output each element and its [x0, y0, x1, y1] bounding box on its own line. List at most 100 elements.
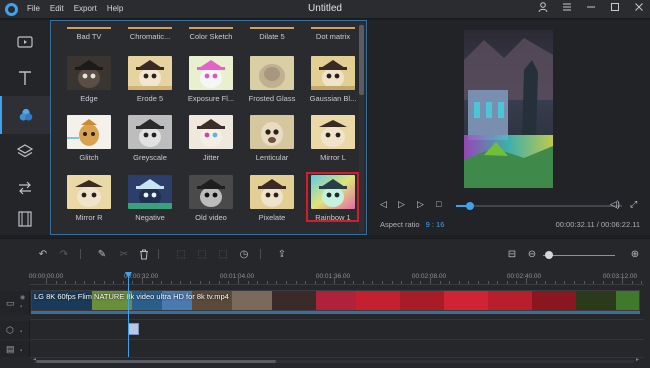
title-bar: File Edit Export Help Untitled — [0, 0, 650, 19]
ruler-tick — [468, 281, 470, 284]
filter-dot-matrix[interactable]: Dot matrix — [303, 32, 363, 41]
delete-icon[interactable] — [137, 247, 151, 261]
track-lock-icon[interactable]: ▪ — [20, 348, 26, 354]
mosaic-icon: ⬚ — [197, 248, 207, 260]
ruler-tick — [74, 281, 76, 284]
video-clip[interactable]: LG 8K 60fps Flim NATURE 8k video ultra H… — [31, 290, 640, 311]
playback-seek-bar[interactable] — [456, 202, 622, 210]
ruler-tick — [266, 281, 268, 284]
ruler-tick — [602, 281, 604, 284]
filter-thumbnail — [311, 115, 355, 149]
fit-timeline-icon[interactable]: ⊟ — [505, 247, 519, 261]
menu-edit[interactable]: Edit — [50, 4, 64, 13]
track-lock-icon[interactable]: ▪ — [20, 304, 26, 310]
zoom-slider[interactable] — [543, 255, 615, 256]
filter-thumbnail — [250, 115, 294, 149]
text-icon[interactable] — [0, 60, 50, 96]
filter-thumbnail — [128, 175, 172, 209]
share-icon[interactable]: ⇪ — [275, 247, 289, 261]
ruler-tick — [286, 281, 287, 284]
filter-thumbnail — [189, 56, 233, 90]
ruler-tick — [65, 281, 67, 284]
ruler-tick — [506, 281, 508, 284]
ruler-tick — [228, 281, 230, 284]
previous-frame-icon[interactable]: ◁ — [380, 199, 387, 210]
menu-bar: File Edit Export Help — [27, 4, 123, 13]
ruler-tick — [430, 278, 431, 284]
ruler-tick — [535, 281, 537, 284]
ruler-tick — [218, 281, 220, 284]
split-icon: ✂ — [119, 248, 129, 260]
filter-thumbnail — [67, 175, 111, 209]
ruler-tick — [94, 281, 95, 284]
crop-icon: ⬚ — [176, 248, 186, 260]
ruler-label: 00:02:08.00 — [411, 273, 447, 280]
track-lock-icon[interactable]: ▪ — [20, 329, 26, 335]
effect-track-header: ⬡ ▪ — [0, 321, 30, 339]
close-icon[interactable] — [634, 2, 644, 16]
menu-list-icon[interactable] — [562, 2, 572, 16]
preview-panel: ◁ ▷ ▷ □ ◁) ⤢ Aspect ratio 9 : 16 00:00:32… — [368, 20, 650, 235]
timeline-toolbar: ↶ ↷ ✎ ✂ ⬚ ⬚ ⬚ ◷ ⇪ ⊟ ⊖ ⊕ — [0, 239, 650, 269]
fullscreen-icon[interactable]: ⤢ — [630, 199, 637, 210]
video-preview — [464, 30, 553, 188]
ruler-tick — [391, 281, 393, 284]
ruler-tick — [238, 278, 239, 284]
zoom-in-icon[interactable]: ⊕ — [628, 247, 642, 261]
timeline-scrollbar-thumb[interactable] — [36, 360, 276, 363]
filters-icon[interactable] — [0, 96, 50, 134]
account-icon[interactable] — [538, 2, 548, 16]
effect-track-icon: ⬡ — [6, 325, 14, 335]
ruler-tick — [526, 278, 527, 284]
ruler-label: 00:03:12.00 — [602, 273, 638, 280]
menu-export[interactable]: Export — [74, 4, 97, 13]
zoom-slider-handle[interactable] — [544, 251, 553, 259]
ruler-tick — [132, 281, 134, 284]
volume-icon[interactable]: ◁) — [610, 199, 620, 210]
ruler-tick — [343, 281, 345, 284]
ruler-tick — [190, 281, 191, 284]
ruler-tick — [554, 281, 556, 284]
film-icon[interactable] — [0, 201, 50, 237]
undo-icon[interactable]: ↶ — [36, 247, 50, 261]
aspect-ratio-value[interactable]: 9 : 16 — [426, 220, 445, 229]
scroll-right-arrow[interactable]: ▸ — [636, 356, 639, 363]
ruler-tick — [362, 281, 364, 284]
ruler-tick — [353, 281, 355, 284]
overlay-icon[interactable] — [0, 134, 50, 170]
duration-clock-icon[interactable]: ◷ — [237, 247, 251, 261]
maximize-icon[interactable] — [610, 2, 620, 16]
menu-help[interactable]: Help — [107, 4, 123, 13]
filter-chromatic[interactable]: Chromatic... — [120, 32, 180, 41]
media-icon[interactable] — [0, 24, 50, 60]
ruler-tick — [247, 281, 249, 284]
stop-icon[interactable]: □ — [436, 199, 441, 209]
track-visibility-icon[interactable]: ◉ — [20, 294, 26, 301]
next-frame-icon[interactable]: ▷ — [417, 199, 424, 210]
ruler-tick — [142, 278, 143, 284]
zoom-out-icon[interactable]: ⊖ — [525, 247, 539, 261]
playhead[interactable] — [128, 273, 129, 357]
filter-thumbnail — [311, 175, 355, 209]
filter-thumbnail — [67, 115, 111, 149]
clip-title: LG 8K 60fps Flim NATURE 8k video ultra H… — [34, 292, 229, 301]
ruler-tick — [516, 281, 518, 284]
seek-handle[interactable] — [465, 202, 474, 210]
ruler-tick — [487, 281, 489, 284]
ruler-tick — [122, 281, 124, 284]
timeline-ruler[interactable]: 00:00:00.00 00:00:32.00 00:01:04.00 00:0… — [29, 271, 644, 285]
minimize-icon[interactable] — [586, 2, 596, 16]
menu-file[interactable]: File — [27, 4, 40, 13]
filter-dilate-5[interactable]: Dilate 5 — [242, 32, 302, 41]
ruler-tick — [631, 281, 633, 284]
filter-color-sketch[interactable]: Color Sketch — [181, 32, 241, 41]
play-icon[interactable]: ▷ — [398, 199, 405, 210]
effect-clip[interactable] — [128, 323, 139, 335]
edit-pencil-icon[interactable]: ✎ — [95, 247, 109, 261]
ruler-tick — [382, 281, 383, 284]
ruler-tick — [449, 281, 451, 284]
playback-timecode: 00:00:32.11 / 00:06:22.11 — [555, 220, 640, 229]
filter-bad-tv[interactable]: Bad TV — [59, 32, 119, 41]
filter-thumbnail — [311, 56, 355, 90]
filters-scrollbar[interactable] — [359, 23, 364, 232]
